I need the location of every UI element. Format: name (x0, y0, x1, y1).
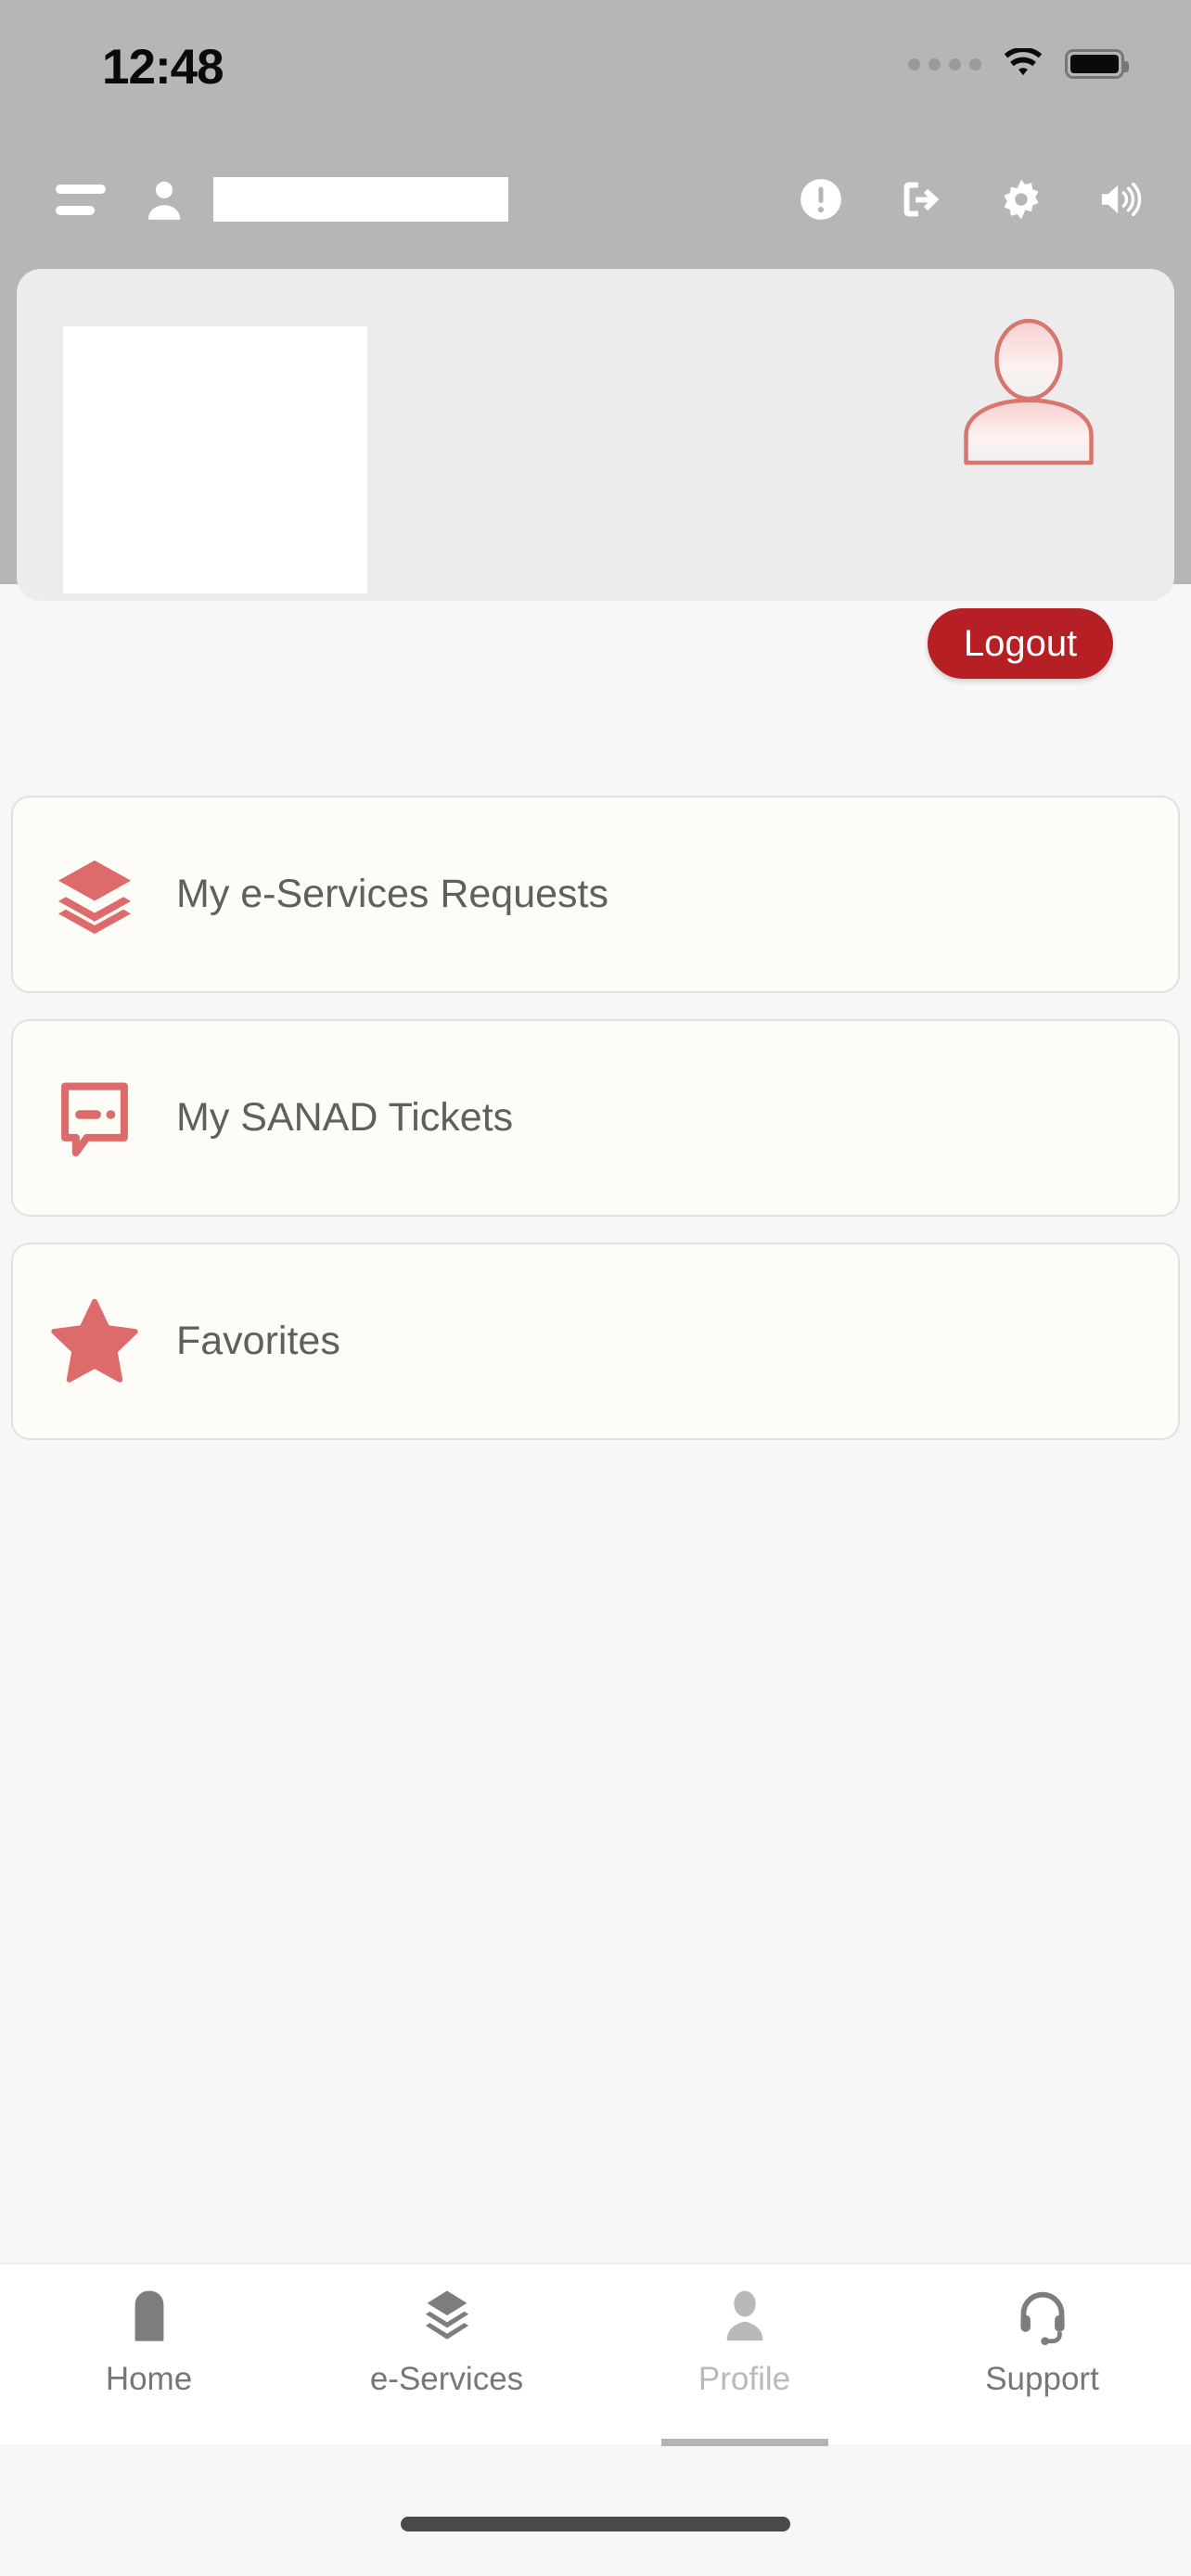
tab-eservices[interactable]: e-Services (298, 2264, 596, 2444)
menu-item-favorites[interactable]: Favorites (11, 1243, 1180, 1440)
home-indicator (401, 2517, 790, 2531)
app-header (0, 148, 1191, 250)
menu-item-label: My SANAD Tickets (176, 1095, 514, 1140)
app-screen: 12:48 Logout My e-Services Requests My S… (0, 0, 1191, 2576)
home-icon (123, 2285, 175, 2348)
gear-icon[interactable] (998, 176, 1044, 223)
profile-details-field (63, 326, 367, 593)
tab-label: e-Services (369, 2361, 524, 2397)
active-tab-indicator (660, 2439, 828, 2446)
layers-icon (419, 2285, 475, 2348)
tab-label: Profile (698, 2361, 791, 2397)
info-icon[interactable] (798, 176, 844, 223)
tab-label: Home (105, 2361, 193, 2397)
status-bar-indicators (908, 48, 1129, 80)
status-bar-time: 12:48 (102, 40, 224, 95)
status-bar: 12:48 (0, 0, 1191, 148)
bottom-tab-bar: Home e-Services Profile Support (0, 2263, 1191, 2446)
menu-item-label: Favorites (176, 1319, 340, 1363)
menu-item-my-sanad-tickets[interactable]: My SANAD Tickets (11, 1019, 1180, 1217)
menu-item-my-eservices-requests[interactable]: My e-Services Requests (11, 796, 1180, 993)
person-icon[interactable] (145, 178, 184, 221)
signal-dots-icon (908, 57, 981, 70)
header-user-field[interactable] (213, 177, 508, 222)
logout-arrow-icon[interactable] (898, 176, 944, 223)
speaker-icon[interactable] (1098, 176, 1145, 223)
tab-home[interactable]: Home (0, 2264, 298, 2444)
tab-profile[interactable]: Profile (596, 2264, 893, 2446)
profile-menu-list: My e-Services Requests My SANAD Tickets … (11, 796, 1180, 1440)
wifi-icon (1004, 48, 1043, 76)
logout-button[interactable]: Logout (928, 608, 1113, 679)
tab-label: Support (985, 2361, 1099, 2397)
tab-support[interactable]: Support (893, 2264, 1191, 2444)
star-icon (13, 1244, 176, 1438)
avatar-person-icon (964, 318, 1094, 465)
menu-item-label: My e-Services Requests (176, 872, 608, 916)
headset-icon (1016, 2285, 1069, 2348)
chat-bubble-icon (13, 1021, 176, 1215)
layers-stack-icon (13, 797, 176, 991)
battery-icon (1065, 49, 1129, 79)
person-icon (720, 2285, 770, 2348)
hamburger-menu-icon[interactable] (56, 184, 106, 215)
header-actions (798, 176, 1145, 223)
